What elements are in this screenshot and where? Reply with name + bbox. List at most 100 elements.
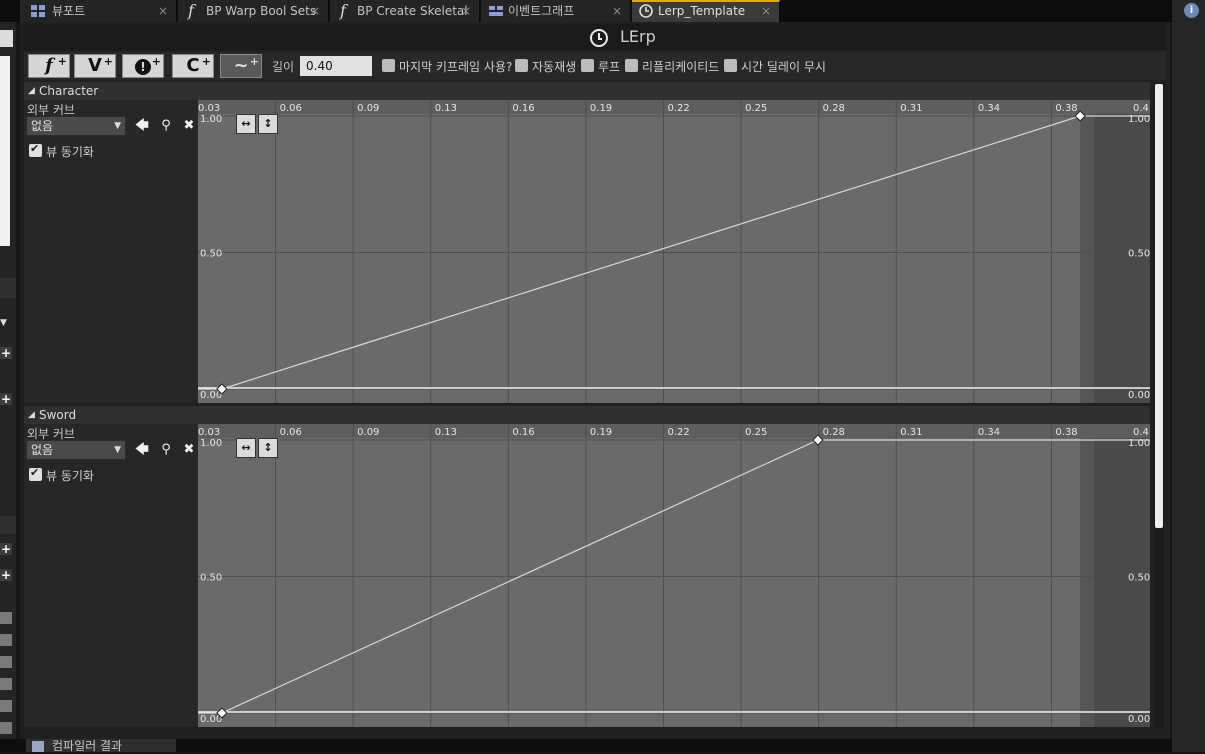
search-icon[interactable] [0,30,13,47]
info-icon[interactable]: i [1184,3,1199,18]
bottom-panel: 컴파일러 결과 [0,739,1172,753]
time-tick-label: 0.19 [590,103,612,114]
close-icon[interactable]: × [461,0,471,22]
add-event-track-button[interactable]: ! + [122,54,164,78]
track-name: Sword [39,408,77,422]
right-panel-strip [1172,0,1205,752]
left-panel-strip: ▼ + + + + [0,22,16,752]
search-icon[interactable]: ⚲ [159,119,173,133]
fit-horizontal-icon[interactable]: ↔ [236,438,256,458]
add-icon[interactable]: + [0,393,12,405]
pin-icon[interactable] [0,634,12,646]
add-float-track-button[interactable]: f + [28,54,70,78]
curve-graph-character[interactable]: 0.03 0.06 0.09 0.13 0.16 0.19 0.22 0.25 0.28 0.31… [198,100,1150,403]
track-settings-character: 외부 커브 없음 ▼ 🡄 ⚲ ✖ 뷰 동기화 [24,100,200,403]
event-icon: ! [135,59,151,75]
time-tick-label: 0.19 [590,427,612,438]
collapse-icon[interactable]: ◢ [28,406,35,424]
add-curve-asset-button[interactable]: ~ + [220,54,262,78]
chevron-down-icon: ▼ [114,121,121,131]
clear-icon[interactable]: ✖ [182,119,196,133]
time-tick-label: 0.34 [978,103,1000,114]
replicated-checkbox[interactable] [625,59,638,72]
sync-view-checkbox[interactable] [29,466,42,481]
tab-lerp-template[interactable]: Lerp_Template × [632,0,780,22]
length-input[interactable] [300,56,372,76]
value-tick-label: 0.00 [1128,390,1150,401]
timeline-editor: LErp f+ V+ !+ C+ ~+ 길이 마지막 키프레임 사용? 자동재생… [20,22,1170,739]
event-graph-icon [488,3,504,19]
viewport-icon [30,3,46,19]
close-icon[interactable]: × [158,0,168,22]
collapse-icon[interactable]: ◢ [28,82,35,100]
add-icon[interactable]: + [0,543,12,555]
use-selected-icon[interactable]: 🡄 [135,443,149,457]
tab-event-graph-label: 이벤트그래프 [508,4,575,18]
autoplay-checkbox[interactable] [515,59,528,72]
tab-viewport[interactable]: 뷰포트 × [20,0,177,22]
external-curve-dropdown[interactable]: 없음 ▼ [26,116,126,136]
fit-horizontal-icon[interactable]: ↔ [236,114,256,134]
curve-graph-sword[interactable]: 0.03 0.06 0.09 0.13 0.16 0.19 0.22 0.25 0.28 0.31… [198,424,1150,727]
left-scroll-thumb[interactable] [0,56,10,246]
fit-vertical-icon[interactable]: ↕ [258,438,278,458]
pin-icon[interactable] [0,722,12,734]
add-icon[interactable]: + [0,347,12,359]
time-tick-label: 0.03 [198,427,220,438]
autoplay-label: 자동재생 [532,60,577,74]
track-header-character[interactable]: ◢ Character [24,82,1150,100]
scrollbar-thumb[interactable] [1155,84,1163,528]
tab-lerp-template-label: Lerp_Template [658,4,746,18]
external-curve-value: 없음 [31,443,54,457]
time-tick-label: 0.41 [1133,103,1150,114]
time-tick-label: 0.09 [357,427,379,438]
ignore-time-dilation-checkbox[interactable] [724,59,737,72]
vertical-scrollbar[interactable] [1154,84,1164,728]
tab-bar: 뷰포트 × f BP Warp Bool Sets × f BP Create … [0,0,1172,22]
tab-event-graph[interactable]: 이벤트그래프 × [481,0,631,22]
left-section-header [0,278,16,298]
external-curve-dropdown[interactable]: 없음 ▼ [26,440,126,460]
pin-icon[interactable] [0,656,12,668]
track-name: Character [39,84,99,98]
add-vector-track-button[interactable]: V + [74,54,116,78]
ignore-time-dilation-label: 시간 딜레이 무시 [741,60,826,74]
time-tick-label: 0.09 [357,103,379,114]
close-icon[interactable]: × [761,2,771,20]
pin-icon[interactable] [0,678,12,690]
function-icon: f [188,1,194,20]
time-tick-label: 0.22 [668,103,690,114]
chevron-down-icon[interactable]: ▼ [0,318,7,328]
tab-compiler-results[interactable]: 컴파일러 결과 [26,739,176,753]
value-tick-label: 0.50 [200,249,222,260]
sync-view-checkbox[interactable] [29,142,42,157]
add-icon[interactable]: + [0,569,12,581]
pin-icon[interactable] [0,612,12,624]
time-tick-label: 0.03 [198,103,220,114]
track-header-sword[interactable]: ◢ Sword [24,406,1150,424]
close-icon[interactable]: × [612,0,622,22]
time-tick-label: 0.22 [668,427,690,438]
time-tick-label: 0.16 [512,103,534,114]
use-selected-icon[interactable]: 🡄 [135,119,149,133]
add-color-track-button[interactable]: C + [172,54,214,78]
clear-icon[interactable]: ✖ [182,443,196,457]
time-tick-label: 0.16 [512,427,534,438]
value-tick-label: 0.50 [1128,249,1150,260]
value-tick-label: 1.00 [200,114,222,125]
time-tick-label: 0.31 [900,427,922,438]
use-last-keyframe-checkbox[interactable] [382,59,395,72]
time-tick-label: 0.28 [823,427,845,438]
tab-bp-create-skeletal[interactable]: f BP Create Skeletal × [330,0,480,22]
close-icon[interactable]: × [310,0,320,22]
tab-bp-warp-bool-sets[interactable]: f BP Warp Bool Sets × [178,0,329,22]
pin-icon[interactable] [0,700,12,712]
left-section-header [0,516,16,534]
value-tick-label: 0.50 [1128,573,1150,584]
search-icon[interactable]: ⚲ [159,443,173,457]
editor-title-bar: LErp [24,24,1166,50]
fit-vertical-icon[interactable]: ↕ [258,114,278,134]
replicated-label: 리플리케이티드 [642,60,720,74]
loop-checkbox[interactable] [581,59,594,72]
time-tick-label: 0.25 [745,103,767,114]
